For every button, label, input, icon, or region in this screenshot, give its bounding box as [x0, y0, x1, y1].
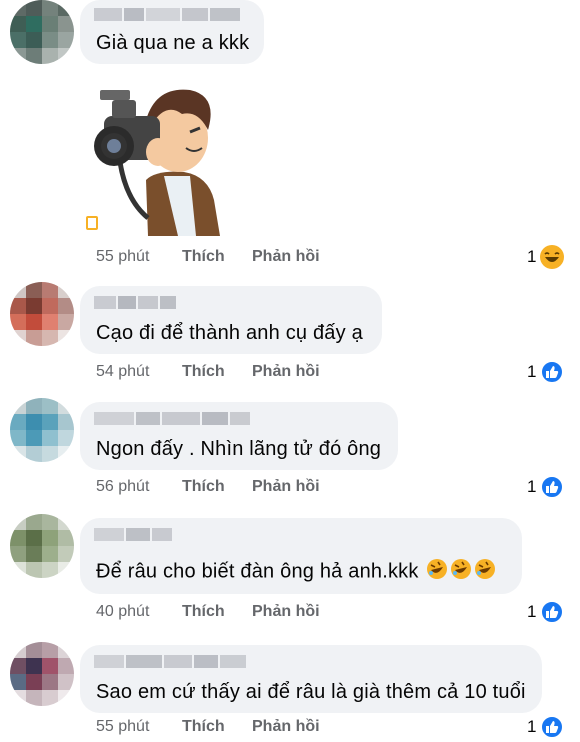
comment-bubble: Cạo đi để thành anh cụ đấy ạ	[80, 286, 382, 354]
commenter-name-redacted[interactable]	[94, 528, 172, 541]
comment-bubble: Để râu cho biết đàn ông hả anh.kkk	[80, 518, 522, 594]
comment-text: Già qua ne a kkk	[96, 32, 250, 54]
comment-time[interactable]: 54 phút	[96, 363, 182, 381]
avatar[interactable]	[10, 514, 74, 578]
comment-meta: 40 phút Thích Phản hồi	[96, 603, 320, 621]
comment-time[interactable]: 55 phút	[96, 718, 182, 736]
like-icon	[540, 360, 565, 384]
like-link[interactable]: Thích	[182, 478, 252, 496]
comment-meta: 55 phút Thích Phản hồi	[96, 718, 320, 736]
sticker-badge-icon	[86, 216, 98, 230]
comment-bubble: Sao em cứ thấy ai để râu là già thêm cả …	[80, 645, 542, 713]
comment-text: Để râu cho biết đàn ông hả anh.kkk	[96, 558, 496, 586]
reply-link[interactable]: Phản hồi	[252, 718, 320, 736]
comment-bubble: Già qua ne a kkk	[80, 0, 264, 64]
avatar[interactable]	[10, 398, 74, 462]
reaction-count: 1	[527, 477, 537, 496]
reaction-count: 1	[527, 602, 537, 621]
comment-time[interactable]: 56 phút	[96, 478, 182, 496]
reply-link[interactable]: Phản hồi	[252, 478, 320, 496]
rolling-laughing-emoji	[450, 558, 472, 586]
reaction-summary[interactable]: 1	[527, 245, 565, 269]
photographer-sticker	[86, 80, 226, 236]
like-link[interactable]: Thích	[182, 603, 252, 621]
reaction-summary[interactable]: 1	[527, 360, 565, 384]
comment-text: Ngon đấy . Nhìn lãng tử đó ông	[96, 438, 382, 460]
avatar[interactable]	[10, 642, 74, 706]
comment-bubble: Ngon đấy . Nhìn lãng tử đó ông	[80, 402, 398, 470]
comment-time[interactable]: 40 phút	[96, 603, 182, 621]
like-icon	[540, 715, 565, 739]
reaction-summary[interactable]: 1	[527, 475, 565, 499]
like-link[interactable]: Thích	[182, 248, 252, 266]
reaction-summary[interactable]: 1	[527, 715, 565, 739]
avatar[interactable]	[10, 282, 74, 346]
like-link[interactable]: Thích	[182, 718, 252, 736]
avatar[interactable]	[10, 0, 74, 64]
comment-meta: 54 phút Thích Phản hồi	[96, 363, 320, 381]
comment-meta: 55 phút Thích Phản hồi	[96, 248, 320, 266]
reply-link[interactable]: Phản hồi	[252, 248, 320, 266]
like-icon	[540, 475, 565, 499]
commenter-name-redacted[interactable]	[94, 412, 250, 425]
like-icon	[540, 600, 565, 624]
rolling-laughing-emoji	[426, 558, 448, 586]
comment-text: Sao em cứ thấy ai để râu là già thêm cả …	[96, 681, 526, 703]
commenter-name-redacted[interactable]	[94, 655, 246, 668]
commenter-name-redacted[interactable]	[94, 296, 176, 309]
reaction-count: 1	[527, 717, 537, 736]
reply-link[interactable]: Phản hồi	[252, 603, 320, 621]
comment-meta: 56 phút Thích Phản hồi	[96, 478, 320, 496]
comment-time[interactable]: 55 phút	[96, 248, 182, 266]
rolling-laughing-emoji	[474, 558, 496, 586]
haha-icon	[540, 245, 565, 269]
comment-text-body: Để râu cho biết đàn ông hả anh.kkk	[96, 560, 419, 583]
reply-link[interactable]: Phản hồi	[252, 363, 320, 381]
reaction-count: 1	[527, 247, 537, 266]
commenter-name-redacted[interactable]	[94, 8, 240, 21]
like-link[interactable]: Thích	[182, 363, 252, 381]
comment-text: Cạo đi để thành anh cụ đấy ạ	[96, 322, 363, 344]
reaction-summary[interactable]: 1	[527, 600, 565, 624]
reaction-count: 1	[527, 362, 537, 381]
